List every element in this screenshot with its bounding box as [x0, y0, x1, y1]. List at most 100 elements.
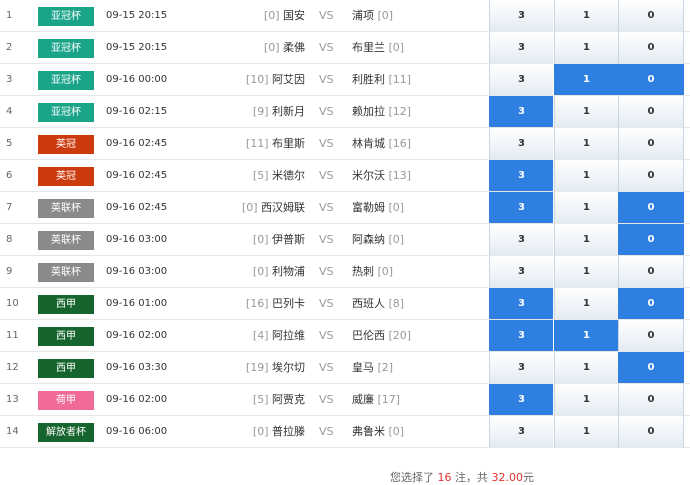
- league-badge[interactable]: 亚冠杯: [38, 103, 94, 122]
- home-team: [0] 国安: [264, 0, 305, 32]
- match-row: 4 亚冠杯 09-16 02:15 [9] 利新月 VS 赖加拉 [12] 3 1 0: [0, 96, 690, 128]
- home-team-name: 西汉姆联: [261, 201, 305, 214]
- away-team-name: 弗鲁米: [352, 425, 385, 438]
- option-draw-button[interactable]: 1: [554, 320, 618, 351]
- league-badge[interactable]: 西甲: [38, 295, 94, 314]
- league-badge[interactable]: 英冠: [38, 167, 94, 186]
- home-team-name: 伊普斯: [272, 233, 305, 246]
- match-time: 09-16 02:45: [106, 202, 168, 213]
- option-win-button[interactable]: 3: [489, 0, 553, 31]
- home-team-name: 埃尔切: [272, 361, 305, 374]
- option-draw-button[interactable]: 1: [554, 96, 618, 127]
- away-team: 热刺 [0]: [352, 256, 393, 288]
- home-rank: [4]: [252, 329, 269, 342]
- option-lose-button[interactable]: 0: [618, 352, 684, 383]
- home-team: [11] 布里斯: [246, 128, 305, 160]
- match-row: 2 亚冠杯 09-15 20:15 [0] 柔佛 VS 布里兰 [0] 3 1 0: [0, 32, 690, 64]
- match-time: 09-16 02:00: [106, 330, 168, 341]
- home-team-name: 柔佛: [283, 41, 305, 54]
- option-draw-button[interactable]: 1: [554, 64, 618, 95]
- match-row: 5 英冠 09-16 02:45 [11] 布里斯 VS 林肯城 [16] 3 1 0: [0, 128, 690, 160]
- league-badge[interactable]: 西甲: [38, 327, 94, 346]
- option-lose-button[interactable]: 0: [618, 416, 684, 447]
- option-draw-button[interactable]: 1: [554, 384, 618, 415]
- home-team: [0] 伊普斯: [253, 224, 305, 256]
- option-draw-button[interactable]: 1: [554, 224, 618, 255]
- total-amount: 32.00: [491, 471, 524, 484]
- away-team: 米尔沃 [13]: [352, 160, 411, 192]
- match-time: 09-16 03:30: [106, 362, 168, 373]
- bet-count: 16: [437, 471, 452, 484]
- home-rank: [10]: [245, 73, 269, 86]
- option-lose-button[interactable]: 0: [618, 384, 684, 415]
- league-badge[interactable]: 英联杯: [38, 231, 94, 250]
- option-win-button[interactable]: 3: [489, 256, 553, 287]
- match-row: 13 荷甲 09-16 02:00 [5] 阿贾克 VS 威廉 [17] 3 1 0: [0, 384, 690, 416]
- league-badge[interactable]: 英联杯: [38, 263, 94, 282]
- vs-label: VS: [319, 105, 334, 118]
- away-team: 利胜利 [11]: [352, 64, 411, 96]
- option-draw-button[interactable]: 1: [554, 128, 618, 159]
- option-lose-button[interactable]: 0: [618, 192, 684, 223]
- home-rank: [0]: [252, 265, 269, 278]
- option-draw-button[interactable]: 1: [554, 288, 618, 319]
- away-rank: [13]: [388, 169, 412, 182]
- option-win-button[interactable]: 3: [489, 224, 553, 255]
- home-team: [0] 西汉姆联: [242, 192, 305, 224]
- option-win-button[interactable]: 3: [489, 384, 553, 415]
- league-badge[interactable]: 亚冠杯: [38, 71, 94, 90]
- option-draw-button[interactable]: 1: [554, 352, 618, 383]
- away-rank: [0]: [388, 425, 405, 438]
- option-draw-button[interactable]: 1: [554, 160, 618, 191]
- row-number: 6: [6, 170, 13, 181]
- vs-label: VS: [319, 9, 334, 22]
- option-draw-button[interactable]: 1: [554, 416, 618, 447]
- home-team-name: 国安: [283, 9, 305, 22]
- home-rank: [5]: [252, 169, 269, 182]
- league-badge[interactable]: 英联杯: [38, 199, 94, 218]
- option-lose-button[interactable]: 0: [618, 64, 684, 95]
- option-win-button[interactable]: 3: [489, 128, 553, 159]
- option-lose-button[interactable]: 0: [618, 32, 684, 63]
- league-badge[interactable]: 解放者杯: [38, 423, 94, 442]
- home-team-name: 巴列卡: [272, 297, 305, 310]
- option-draw-button[interactable]: 1: [554, 0, 618, 31]
- option-lose-button[interactable]: 0: [618, 96, 684, 127]
- option-draw-button[interactable]: 1: [554, 32, 618, 63]
- away-team: 弗鲁米 [0]: [352, 416, 404, 448]
- option-win-button[interactable]: 3: [489, 320, 553, 351]
- league-badge[interactable]: 亚冠杯: [38, 7, 94, 26]
- option-lose-button[interactable]: 0: [618, 288, 684, 319]
- option-win-button[interactable]: 3: [489, 416, 553, 447]
- option-win-button[interactable]: 3: [489, 64, 553, 95]
- away-rank: [2]: [377, 361, 394, 374]
- league-badge[interactable]: 英冠: [38, 135, 94, 154]
- row-number: 8: [6, 234, 13, 245]
- row-number: 3: [6, 74, 13, 85]
- option-lose-button[interactable]: 0: [618, 256, 684, 287]
- option-win-button[interactable]: 3: [489, 288, 553, 319]
- option-win-button[interactable]: 3: [489, 96, 553, 127]
- option-win-button[interactable]: 3: [489, 160, 553, 191]
- option-lose-button[interactable]: 0: [618, 224, 684, 255]
- away-team: 布里兰 [0]: [352, 32, 404, 64]
- option-win-button[interactable]: 3: [489, 32, 553, 63]
- league-badge[interactable]: 西甲: [38, 359, 94, 378]
- option-lose-button[interactable]: 0: [618, 128, 684, 159]
- option-draw-button[interactable]: 1: [554, 192, 618, 223]
- match-time: 09-16 06:00: [106, 426, 168, 437]
- option-win-button[interactable]: 3: [489, 192, 553, 223]
- home-team: [0] 普拉滕: [253, 416, 305, 448]
- option-lose-button[interactable]: 0: [618, 160, 684, 191]
- option-lose-button[interactable]: 0: [618, 320, 684, 351]
- away-team: 西班人 [8]: [352, 288, 404, 320]
- vs-label: VS: [319, 137, 334, 150]
- option-draw-button[interactable]: 1: [554, 256, 618, 287]
- option-win-button[interactable]: 3: [489, 352, 553, 383]
- league-badge[interactable]: 荷甲: [38, 391, 94, 410]
- away-rank: [8]: [388, 297, 405, 310]
- away-team: 威廉 [17]: [352, 384, 400, 416]
- league-badge[interactable]: 亚冠杯: [38, 39, 94, 58]
- match-row: 1 亚冠杯 09-15 20:15 [0] 国安 VS 浦项 [0] 3 1 0: [0, 0, 690, 32]
- option-lose-button[interactable]: 0: [618, 0, 684, 31]
